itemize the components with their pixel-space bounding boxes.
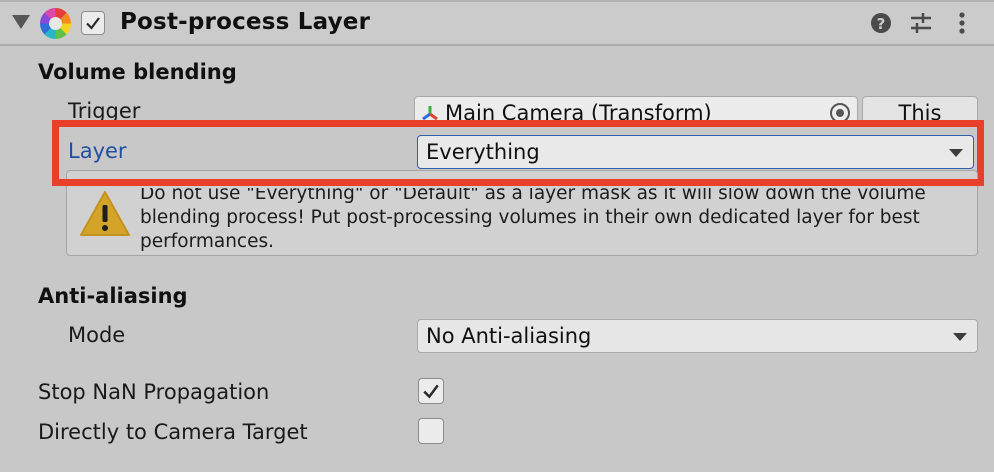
layer-value: Everything [426, 140, 540, 164]
section-anti-aliasing: Anti-aliasing [38, 284, 188, 308]
foldout-triangle-icon[interactable] [12, 15, 30, 29]
layer-label: Layer [68, 139, 127, 163]
direct-target-label: Directly to Camera Target [38, 420, 308, 444]
stop-nan-label: Stop NaN Propagation [38, 380, 270, 404]
section-volume-blending: Volume blending [38, 60, 237, 84]
more-icon[interactable] [950, 10, 976, 36]
mode-label: Mode [68, 323, 126, 347]
chevron-down-icon [949, 149, 963, 157]
warning-text: Do not use "Everything" or "Default" as … [140, 183, 926, 252]
svg-text:?: ? [877, 15, 886, 33]
component-title: Post-process Layer [120, 9, 371, 35]
preset-icon[interactable] [908, 10, 934, 36]
component-enabled-checkbox[interactable] [81, 11, 105, 35]
mode-value: No Anti-aliasing [426, 324, 592, 348]
stop-nan-checkbox[interactable] [418, 378, 444, 404]
post-process-icon [40, 8, 71, 39]
warning-icon [78, 189, 132, 239]
highlight-bottom-edge [52, 179, 984, 186]
mode-dropdown[interactable]: No Anti-aliasing [417, 319, 978, 353]
chevron-down-icon [953, 333, 967, 341]
layer-dropdown[interactable]: Everything [417, 135, 974, 169]
help-icon[interactable]: ? [869, 10, 895, 36]
warning-box-top-fill [68, 186, 976, 188]
direct-target-checkbox[interactable] [418, 418, 444, 444]
